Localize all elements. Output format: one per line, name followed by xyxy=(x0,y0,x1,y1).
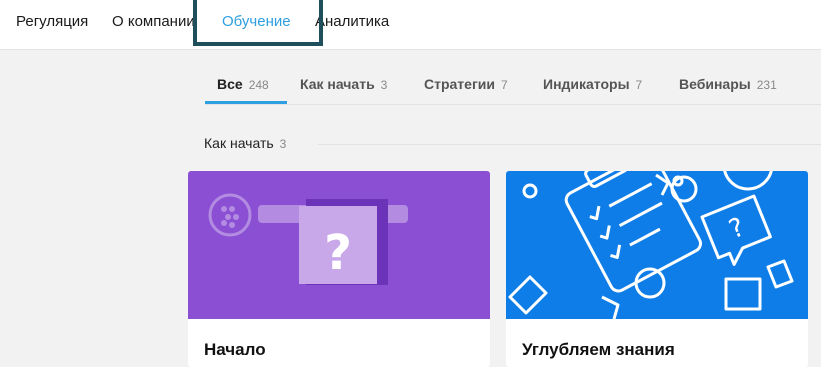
tab-how-to-start[interactable]: Как начать 3 xyxy=(300,76,387,92)
card-image: ? xyxy=(506,171,808,320)
question-icon: ? xyxy=(324,225,352,281)
clipboard-pattern-icon: ? xyxy=(508,171,794,320)
tab-count: 3 xyxy=(380,78,388,92)
top-navigation: Регуляция О компании Обучение Аналитика xyxy=(0,0,821,50)
tab-all[interactable]: Все 248 xyxy=(217,76,269,92)
tab-count: 231 xyxy=(756,78,777,92)
tab-webinars[interactable]: Вебинары 231 xyxy=(679,76,777,92)
course-card[interactable]: ? Углубляем знания xyxy=(506,171,808,367)
card-image: ? xyxy=(188,171,490,319)
section-title-label: Как начать xyxy=(204,135,274,151)
section-divider xyxy=(318,144,821,145)
tabs-divider xyxy=(205,104,821,105)
section-title: Как начать 3 xyxy=(204,135,286,151)
course-card[interactable]: ? Начало xyxy=(188,171,490,367)
tab-strategies[interactable]: Стратегии 7 xyxy=(424,76,508,92)
nav-item-regulation[interactable]: Регуляция xyxy=(16,13,88,30)
nav-item-about[interactable]: О компании xyxy=(112,13,195,30)
tab-label: Все xyxy=(217,76,243,92)
tab-label: Индикаторы xyxy=(543,76,630,92)
tab-count: 7 xyxy=(635,78,643,92)
nav-item-analytics[interactable]: Аналитика xyxy=(315,13,389,30)
tab-count: 248 xyxy=(248,78,269,92)
tab-indicators[interactable]: Индикаторы 7 xyxy=(543,76,642,92)
category-tabs: Все 248 Как начать 3 Стратегии 7 Индикаторы… xyxy=(205,66,821,105)
card-title: Углубляем знания xyxy=(522,340,675,359)
section-count: 3 xyxy=(279,137,287,151)
card-title: Начало xyxy=(204,340,266,359)
tab-count: 7 xyxy=(501,78,508,92)
tab-label: Вебинары xyxy=(679,76,751,92)
tab-label: Стратегии xyxy=(424,76,495,92)
tab-label: Как начать xyxy=(300,76,375,92)
card1-illustration: ? xyxy=(208,193,408,285)
svg-text:?: ? xyxy=(725,212,749,245)
focus-outline xyxy=(193,0,323,46)
